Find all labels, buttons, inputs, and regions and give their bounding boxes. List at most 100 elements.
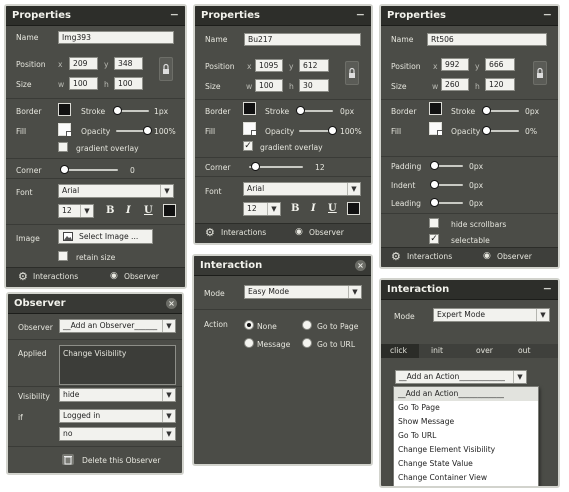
w-field[interactable]: 100: [69, 77, 98, 90]
tab-init[interactable]: init: [431, 344, 443, 358]
dropdown-option[interactable]: Show Message: [394, 415, 538, 429]
close-icon[interactable]: ×: [166, 298, 177, 309]
y-field[interactable]: 348: [114, 57, 143, 70]
underline-button[interactable]: U: [144, 205, 153, 216]
opacity-slider-knob[interactable]: [143, 126, 152, 135]
condition-select[interactable]: Logged in ▼: [59, 409, 176, 423]
delete-observer-link[interactable]: Delete this Observer: [82, 456, 160, 465]
observer-select[interactable]: __Add an Observer______ ▼: [59, 319, 176, 333]
x-field[interactable]: 992: [441, 58, 469, 71]
interactions-link[interactable]: Interactions: [407, 252, 452, 261]
dropdown-option[interactable]: Go To Page: [394, 401, 538, 415]
dropdown-option[interactable]: Go To URL: [394, 429, 538, 443]
tab-out[interactable]: out: [518, 344, 530, 358]
observer-link[interactable]: Observer: [309, 228, 344, 237]
dropdown-option[interactable]: Change Element Visibility: [394, 443, 538, 457]
border-color-swatch[interactable]: [429, 102, 442, 115]
font-color-swatch[interactable]: [163, 204, 176, 217]
gear-icon[interactable]: ⚙: [391, 250, 401, 263]
action-radio-go-to-page[interactable]: [302, 320, 312, 330]
selectable-checkbox[interactable]: ✓: [429, 234, 439, 244]
observer-link[interactable]: Observer: [124, 272, 159, 281]
collapse-button[interactable]: −: [356, 9, 365, 20]
underline-button[interactable]: U: [328, 203, 337, 214]
dropdown-option[interactable]: Change Container View: [394, 471, 538, 485]
dropdown-option[interactable]: Change State Value: [394, 457, 538, 471]
padding-slider-knob[interactable]: [430, 161, 439, 170]
name-field[interactable]: Img393: [58, 31, 174, 44]
fill-color-swatch[interactable]: [58, 123, 71, 136]
lock-aspect-button[interactable]: [345, 61, 359, 85]
font-size-select[interactable]: 12 ▼: [58, 204, 94, 218]
tab-over[interactable]: over: [476, 344, 493, 358]
visibility-select[interactable]: hide ▼: [59, 388, 176, 402]
select-image-button[interactable]: Select Image ...: [58, 229, 153, 244]
panel-header[interactable]: Properties −: [6, 6, 185, 26]
eye-icon[interactable]: ◉: [110, 271, 118, 281]
collapse-button[interactable]: −: [543, 283, 552, 294]
w-field[interactable]: 260: [441, 78, 469, 91]
panel-header[interactable]: Interaction ×: [194, 256, 371, 276]
h-field[interactable]: 30: [299, 79, 329, 92]
font-select[interactable]: Arial ▼: [58, 184, 174, 198]
retain-size-checkbox[interactable]: [58, 251, 68, 261]
corner-slider-knob[interactable]: [60, 165, 69, 174]
name-field[interactable]: Rt506: [427, 33, 547, 46]
leading-slider-knob[interactable]: [430, 198, 439, 207]
collapse-button[interactable]: −: [543, 9, 552, 20]
stroke-slider-knob[interactable]: [296, 106, 305, 115]
tab-click[interactable]: click: [381, 344, 419, 358]
collapse-button[interactable]: −: [170, 9, 179, 20]
y-field[interactable]: 666: [485, 58, 515, 71]
panel-header[interactable]: Properties −: [195, 6, 371, 26]
stroke-slider-knob[interactable]: [482, 106, 491, 115]
gear-icon[interactable]: ⚙: [205, 226, 215, 239]
opacity-slider-knob[interactable]: [482, 126, 491, 135]
close-icon[interactable]: ×: [355, 260, 366, 271]
panel-header[interactable]: Interaction −: [381, 280, 558, 300]
panel-header[interactable]: Properties −: [381, 6, 558, 26]
action-radio-message[interactable]: [244, 338, 254, 348]
y-field[interactable]: 612: [299, 59, 329, 72]
gear-icon[interactable]: ⚙: [18, 270, 28, 283]
h-field[interactable]: 120: [485, 78, 515, 91]
corner-slider-knob[interactable]: [251, 162, 260, 171]
applied-item[interactable]: Change Visibility: [63, 349, 126, 358]
bold-button[interactable]: B: [291, 203, 299, 214]
w-field[interactable]: 100: [255, 79, 283, 92]
bold-button[interactable]: B: [106, 205, 114, 216]
interactions-link[interactable]: Interactions: [33, 272, 78, 281]
fill-color-swatch[interactable]: [243, 122, 256, 135]
eye-icon[interactable]: ◉: [295, 227, 303, 237]
mode-select[interactable]: Expert Mode ▼: [433, 308, 550, 322]
stroke-slider-knob[interactable]: [113, 106, 122, 115]
x-field[interactable]: 1095: [255, 59, 283, 72]
name-field[interactable]: Bu217: [244, 33, 361, 46]
negation-select[interactable]: no ▼: [59, 427, 176, 441]
italic-button[interactable]: I: [126, 205, 131, 216]
action-radio-none[interactable]: [244, 320, 254, 330]
opacity-slider-knob[interactable]: [328, 126, 337, 135]
lock-aspect-button[interactable]: [159, 57, 173, 81]
italic-button[interactable]: I: [311, 203, 316, 214]
mode-select[interactable]: Easy Mode ▼: [244, 285, 362, 299]
corner-slider-track[interactable]: [62, 169, 118, 171]
indent-slider-knob[interactable]: [430, 180, 439, 189]
trash-icon[interactable]: [62, 454, 74, 465]
h-field[interactable]: 100: [114, 77, 143, 90]
panel-header[interactable]: Observer ×: [8, 294, 182, 314]
gradient-overlay-checkbox[interactable]: ✓: [243, 141, 253, 151]
x-field[interactable]: 209: [69, 57, 98, 70]
eye-icon[interactable]: ◉: [483, 251, 491, 261]
border-color-swatch[interactable]: [58, 103, 71, 116]
border-color-swatch[interactable]: [243, 102, 256, 115]
font-select[interactable]: Arial ▼: [243, 182, 361, 196]
applied-list[interactable]: Change Visibility: [59, 345, 176, 385]
fill-color-swatch[interactable]: [429, 122, 442, 135]
action-radio-go-to-url[interactable]: [302, 338, 312, 348]
lock-aspect-button[interactable]: [533, 61, 547, 85]
hide-scrollbars-checkbox[interactable]: [429, 218, 439, 228]
interactions-link[interactable]: Interactions: [221, 228, 266, 237]
dropdown-option[interactable]: __Add an Action____________: [394, 387, 538, 401]
gradient-overlay-checkbox[interactable]: [58, 142, 68, 152]
